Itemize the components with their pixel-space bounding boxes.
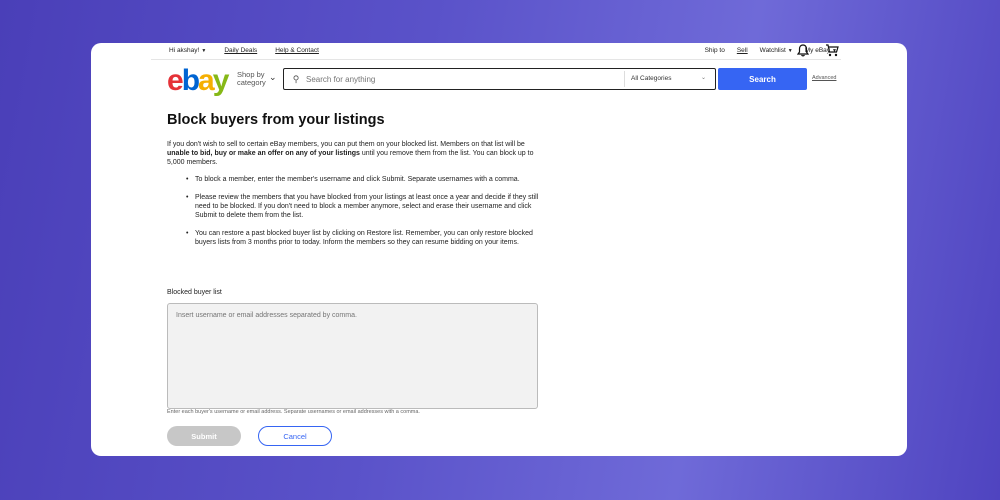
intro-text: If you don't wish to sell to certain eBa… bbox=[167, 141, 534, 166]
page-card: Hi akshay! ▼ Daily Deals Help & Contact S… bbox=[91, 43, 907, 456]
help-contact-link[interactable]: Help & Contact bbox=[275, 47, 319, 54]
greeting-menu[interactable]: Hi akshay! ▼ bbox=[169, 47, 206, 54]
ebay-logo[interactable]: ebay bbox=[167, 64, 229, 98]
submit-button[interactable]: Submit bbox=[167, 426, 241, 446]
chevron-down-icon[interactable]: ⌄ bbox=[269, 72, 277, 83]
list-item: Please review the members that you have … bbox=[186, 193, 540, 220]
search-button[interactable]: Search bbox=[718, 68, 807, 90]
header-divider bbox=[151, 59, 841, 60]
chevron-down-icon: ⌄ bbox=[700, 75, 706, 81]
page-title: Block buyers from your listings bbox=[167, 112, 385, 128]
search-icon: ⚲ bbox=[292, 73, 300, 84]
sell-link[interactable]: Sell bbox=[737, 47, 748, 54]
notification-bell-icon[interactable] bbox=[797, 44, 809, 57]
cancel-button[interactable]: Cancel bbox=[258, 426, 332, 446]
daily-deals-link[interactable]: Daily Deals bbox=[224, 47, 257, 54]
helper-text: Enter each buyer's username or email add… bbox=[167, 409, 420, 415]
blocked-list-label: Blocked buyer list bbox=[167, 289, 222, 296]
ship-to-link[interactable]: Ship to bbox=[705, 47, 725, 54]
list-item: You can restore a past blocked buyer lis… bbox=[186, 229, 540, 247]
chevron-down-icon: ▼ bbox=[787, 48, 793, 54]
chevron-down-icon: ▼ bbox=[201, 48, 207, 54]
category-select[interactable]: All Categories ⌄ bbox=[624, 71, 714, 87]
top-bar: Hi akshay! ▼ Daily Deals Help & Contact S… bbox=[91, 43, 907, 59]
list-item: To block a member, enter the member's us… bbox=[186, 175, 540, 184]
shop-by-category-button[interactable]: Shop by category bbox=[237, 71, 266, 87]
advanced-search-link[interactable]: Advanced bbox=[812, 75, 836, 81]
blocked-buyer-textarea[interactable] bbox=[167, 303, 538, 409]
search-bar: ⚲ All Categories ⌄ bbox=[283, 68, 716, 90]
cart-icon[interactable] bbox=[825, 44, 839, 57]
instructions-list: To block a member, enter the member's us… bbox=[186, 175, 540, 256]
search-input[interactable] bbox=[306, 70, 626, 88]
watchlist-menu[interactable]: Watchlist ▼ bbox=[760, 47, 793, 54]
